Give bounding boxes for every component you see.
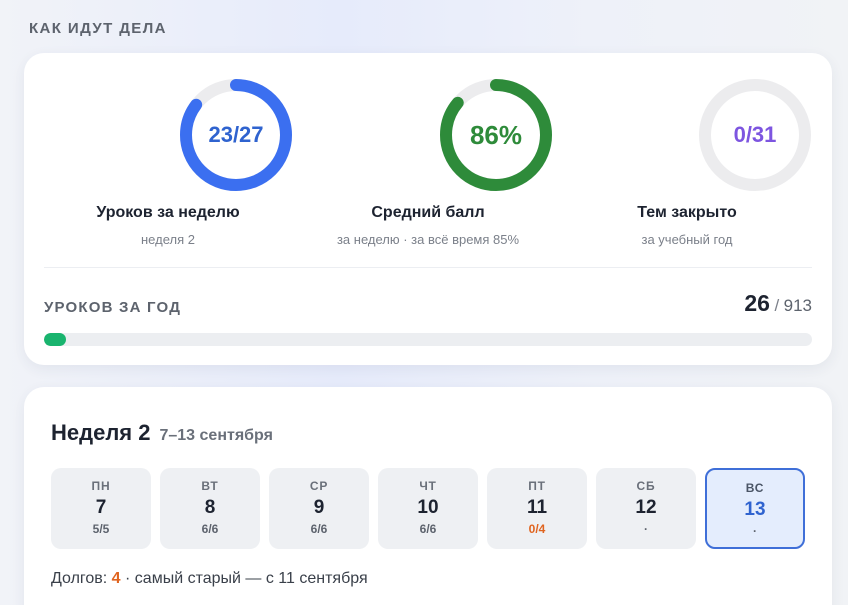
day-cell[interactable]: СБ 12 · xyxy=(596,468,696,549)
stats-card: 23/27 Уроков за неделю неделя 2 86% Сред… xyxy=(24,53,832,365)
day-cell[interactable]: ВТ 8 6/6 xyxy=(160,468,260,549)
day-cell[interactable]: ПН 7 5/5 xyxy=(51,468,151,549)
lessons-week-sub: неделя 2 xyxy=(141,232,195,247)
debts-prefix: Долгов: xyxy=(51,570,112,587)
year-progress-fill xyxy=(44,333,66,346)
year-lessons-total: 913 xyxy=(783,296,812,315)
debts-summary[interactable]: Долгов: 4 · самый старый — с 11 сентября xyxy=(51,570,368,588)
day-cell[interactable]: СР 9 6/6 xyxy=(269,468,369,549)
divider xyxy=(44,267,812,268)
year-lessons-done: 26 xyxy=(744,290,770,316)
day-number: 11 xyxy=(526,497,548,518)
day-cell[interactable]: ВС 13 · xyxy=(705,468,805,549)
week-dates: 7–13 сентября xyxy=(159,427,273,444)
average-score-label: Средний балл xyxy=(371,204,485,221)
day-number: 10 xyxy=(417,497,439,518)
lessons-week-ring[interactable]: 23/27 xyxy=(178,77,294,193)
topics-closed-sub: за учебный год xyxy=(641,232,733,247)
average-score-value: 86% xyxy=(469,119,523,150)
topics-closed-label: Тем закрыто xyxy=(637,204,737,221)
week-card: Неделя 2 7–13 сентября ПН 7 5/5 ВТ 8 6/6 СР 9 6/6… xyxy=(24,387,832,605)
day-number: 13 xyxy=(744,499,766,520)
day-number: 8 xyxy=(204,497,216,518)
day-name: ВС xyxy=(745,481,765,495)
year-lessons-count: 26 / 913 xyxy=(744,290,812,317)
day-number: 9 xyxy=(313,497,325,518)
day-score: · xyxy=(753,524,757,538)
week-header: Неделя 2 7–13 сентября xyxy=(51,420,273,446)
average-score-ring[interactable]: 86% xyxy=(438,77,554,193)
week-days: ПН 7 5/5 ВТ 8 6/6 СР 9 6/6 ЧТ 10 6/6 ПТ 11 0/4 СБ 12 · ВС 1… xyxy=(51,468,805,549)
debts-suffix: · самый старый — с 11 сентября xyxy=(120,570,368,587)
day-score: 0/4 xyxy=(528,522,546,536)
day-name: СР xyxy=(309,479,329,493)
day-score: 6/6 xyxy=(201,522,219,536)
topics-closed-value: 0/31 xyxy=(733,122,777,147)
section-title: КАК ИДУТ ДЕЛА xyxy=(29,20,167,37)
day-score: 6/6 xyxy=(419,522,437,536)
day-name: ПТ xyxy=(528,479,546,493)
day-cell[interactable]: ЧТ 10 6/6 xyxy=(378,468,478,549)
lessons-week-value: 23/27 xyxy=(208,122,264,147)
year-progress-bar xyxy=(44,333,812,346)
day-score: · xyxy=(644,522,648,536)
year-lessons-title: УРОКОВ ЗА ГОД xyxy=(44,299,182,316)
topics-closed-ring[interactable]: 0/31 xyxy=(697,77,813,193)
day-name: ПН xyxy=(91,479,111,493)
day-score: 5/5 xyxy=(92,522,110,536)
day-number: 12 xyxy=(635,497,657,518)
debts-count: 4 xyxy=(111,570,121,587)
year-lessons-separator: / xyxy=(774,296,780,315)
day-name: СБ xyxy=(636,479,656,493)
day-name: ЧТ xyxy=(419,479,437,493)
average-score-sub: за неделю · за всё время 85% xyxy=(336,232,520,247)
day-number: 7 xyxy=(95,497,107,518)
day-score: 6/6 xyxy=(310,522,328,536)
day-name: ВТ xyxy=(201,479,219,493)
week-name: Неделя 2 xyxy=(51,420,151,445)
lessons-week-label: Уроков за неделю xyxy=(96,204,240,221)
day-cell[interactable]: ПТ 11 0/4 xyxy=(487,468,587,549)
